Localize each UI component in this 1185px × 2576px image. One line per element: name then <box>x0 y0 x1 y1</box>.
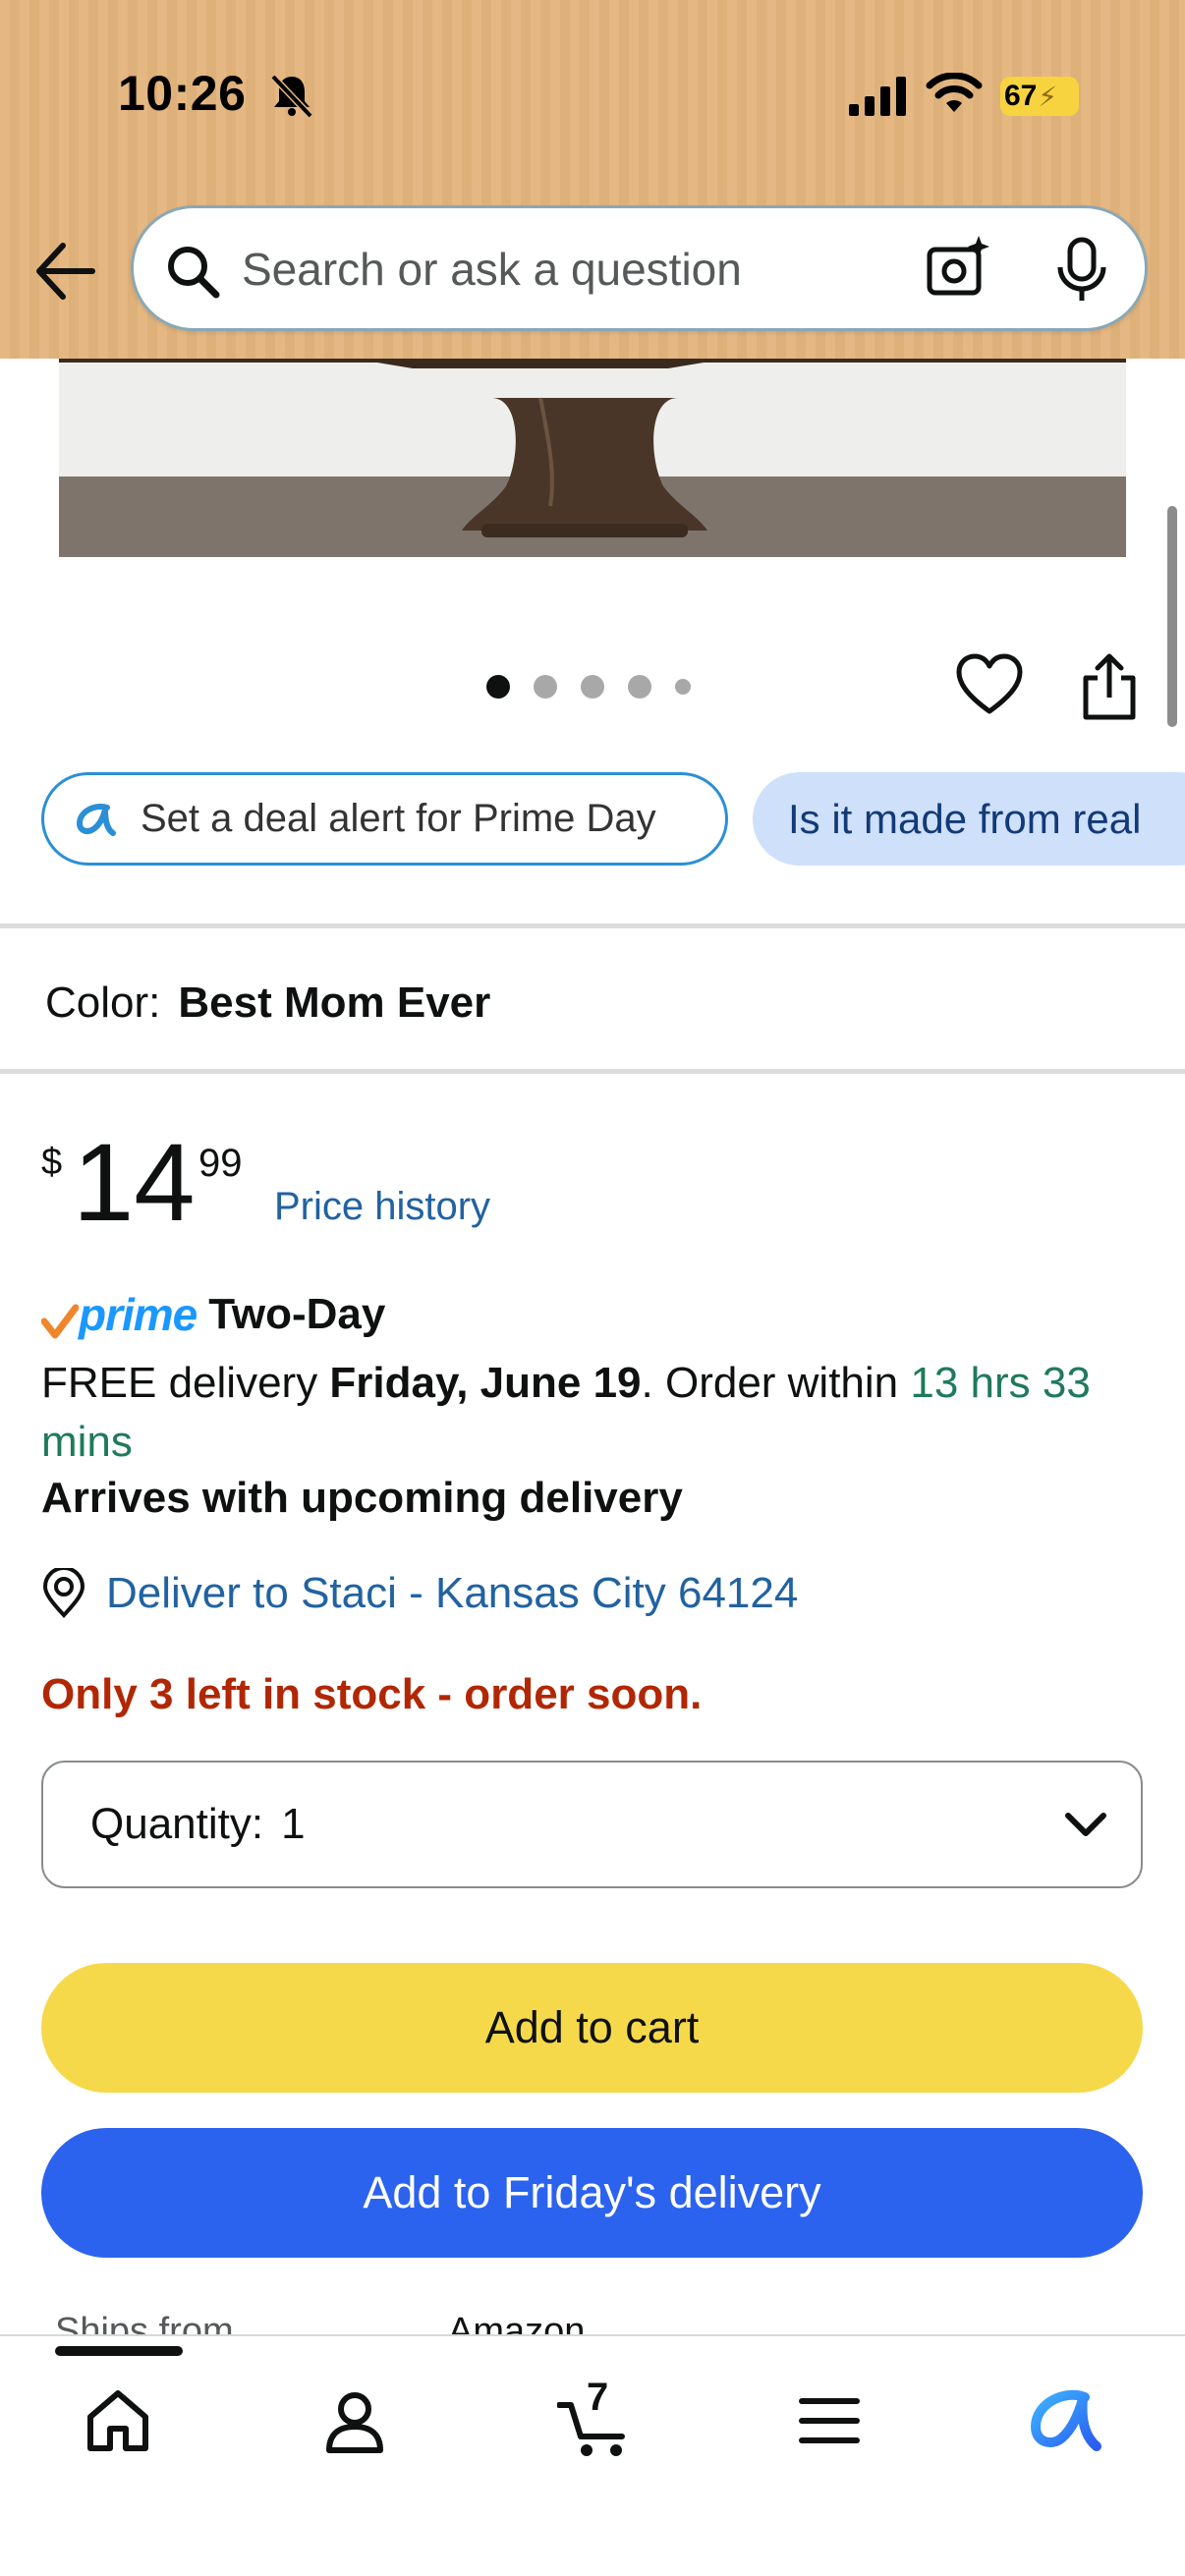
price-fraction: 99 <box>198 1142 243 1185</box>
quantity-dropdown[interactable]: Quantity: 1 <box>41 1761 1143 1888</box>
back-arrow-icon[interactable] <box>33 236 96 307</box>
section-divider <box>0 1069 1185 1074</box>
top-header: 10:26 67 ⚡ <box>0 0 1185 359</box>
battery-indicator: 67 ⚡ <box>1000 77 1079 116</box>
color-label: Color: <box>45 979 161 1027</box>
chevron-down-icon <box>1065 1813 1106 1836</box>
color-value: Best Mom Ever <box>178 979 491 1027</box>
carousel-dot[interactable] <box>581 675 604 699</box>
deal-alert-label: Set a deal alert for Prime Day <box>141 797 656 840</box>
rufus-icon <box>1030 2389 1101 2451</box>
cake-stand-illustration <box>59 359 1126 557</box>
stock-warning: Only 3 left in stock - order soon. <box>41 1670 703 1718</box>
deliver-to-label: Deliver to Staci - Kansas City 64124 <box>106 1569 799 1617</box>
scroll-indicator <box>1167 506 1177 727</box>
menu-icon <box>799 2398 860 2443</box>
wifi-icon <box>926 73 983 112</box>
status-time: 10:26 <box>118 66 247 121</box>
add-to-delivery-button[interactable]: Add to Friday's delivery <box>41 2128 1143 2258</box>
search-icon <box>168 247 220 299</box>
carousel-dot[interactable] <box>628 675 651 699</box>
tab-account[interactable] <box>306 2372 404 2470</box>
heart-icon[interactable] <box>955 652 1024 717</box>
price-whole: 14 <box>73 1121 196 1244</box>
cart-icon <box>557 2402 625 2456</box>
suggested-question-chip[interactable]: Is it made from real <box>753 772 1185 866</box>
home-icon <box>87 2390 148 2451</box>
rufus-icon <box>76 803 116 836</box>
product-image[interactable] <box>59 359 1126 557</box>
add-to-cart-button[interactable]: Add to cart <box>41 1963 1143 2093</box>
prime-logo-text: prime <box>79 1289 198 1340</box>
tab-home[interactable] <box>69 2372 167 2470</box>
signal-icon <box>849 77 906 116</box>
delivery-info: FREE delivery Friday, June 19. Order wit… <box>41 1354 1142 1472</box>
tab-cart[interactable]: 7 <box>543 2372 642 2470</box>
deliver-to-link[interactable]: Deliver to Staci - Kansas City 64124 <box>41 1568 798 1619</box>
account-icon <box>326 2392 383 2453</box>
image-carousel-dots[interactable] <box>486 675 691 699</box>
home-indicator <box>55 2346 183 2356</box>
bell-off-icon <box>270 74 313 119</box>
color-selection[interactable]: Color: Best Mom Ever <box>45 979 490 1028</box>
section-divider <box>0 924 1185 928</box>
price-currency: $ <box>41 1142 63 1183</box>
quantity-label: Quantity: <box>90 1800 264 1848</box>
battery-level: 67 <box>1004 80 1038 112</box>
tab-menu[interactable] <box>780 2372 878 2470</box>
tab-rufus[interactable] <box>1014 2372 1112 2470</box>
delivery-date: Friday, June 19 <box>329 1359 642 1407</box>
share-icon[interactable] <box>1078 652 1141 721</box>
suggested-question-label: Is it made from real <box>788 795 1142 842</box>
carousel-dot[interactable] <box>486 675 510 699</box>
prime-tier: Two-Day <box>208 1290 386 1338</box>
quantity-value: 1 <box>281 1800 306 1848</box>
delivery-free: FREE delivery <box>41 1359 330 1407</box>
carousel-dot[interactable] <box>675 679 691 695</box>
carousel-dot[interactable] <box>534 675 557 699</box>
microphone-icon[interactable] <box>1052 236 1111 305</box>
arrives-with-upcoming: Arrives with upcoming delivery <box>41 1474 683 1522</box>
location-pin-icon <box>42 1568 85 1618</box>
bottom-tab-bar: 7 <box>0 2334 1185 2576</box>
prime-check-icon <box>41 1304 79 1339</box>
charging-bolt-icon: ⚡ <box>1038 81 1058 112</box>
order-within: . Order within <box>641 1359 911 1407</box>
price-history-link[interactable]: Price history <box>274 1185 490 1229</box>
search-bar[interactable] <box>131 205 1148 331</box>
search-input[interactable] <box>242 228 1028 310</box>
camera-icon[interactable] <box>924 234 992 303</box>
deal-alert-chip[interactable]: Set a deal alert for Prime Day <box>41 772 728 866</box>
prime-badge: prime Two-Day <box>41 1287 385 1342</box>
